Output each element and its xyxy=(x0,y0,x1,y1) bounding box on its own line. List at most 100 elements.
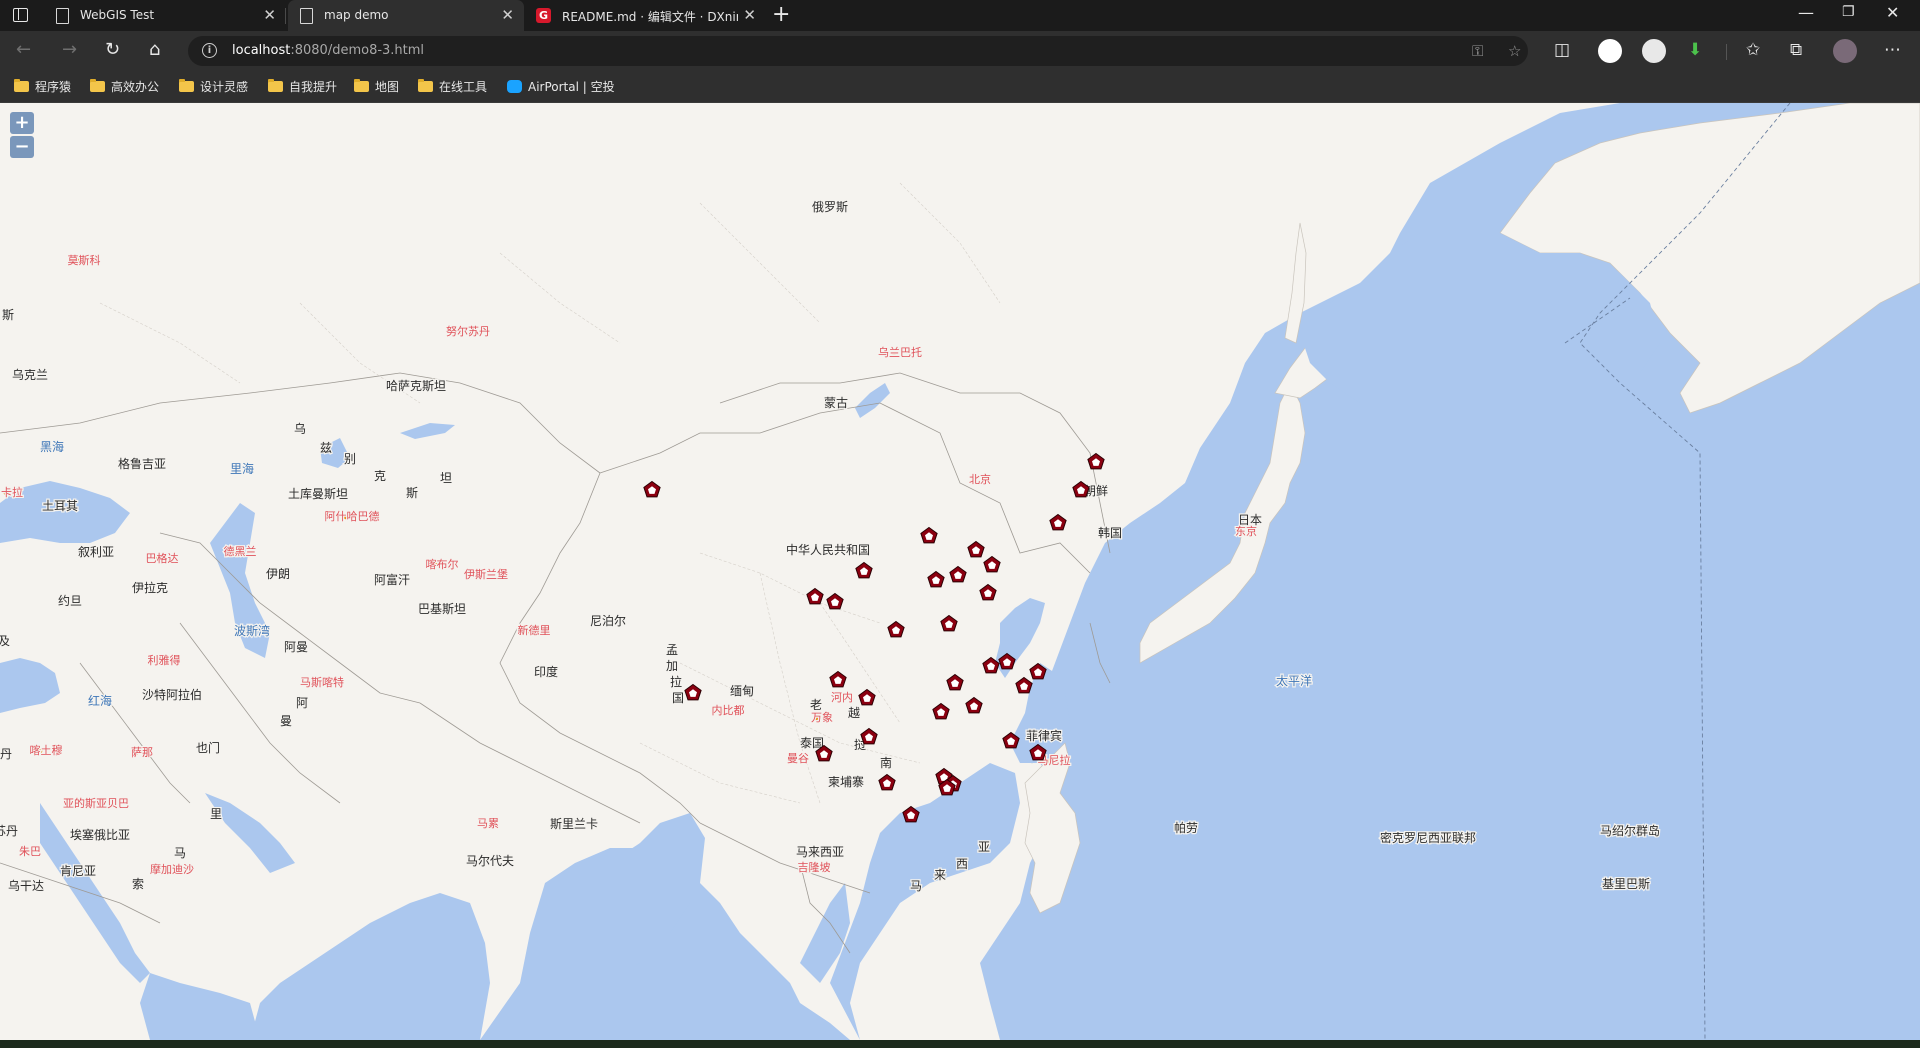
new-tab-icon[interactable]: + xyxy=(772,3,790,27)
mediterranean-sea xyxy=(0,658,60,713)
location-marker[interactable] xyxy=(983,555,1001,573)
bookmark-folder[interactable]: 设计灵感 xyxy=(179,78,248,95)
bookmark-folder[interactable]: 高效办公 xyxy=(90,78,159,95)
tab-webgis-test[interactable]: WebGIS Test ✕ xyxy=(44,0,286,31)
location-marker[interactable] xyxy=(979,583,997,601)
dxnim-logo-icon: G xyxy=(536,8,551,23)
forward-icon[interactable]: → xyxy=(62,40,77,60)
url-text[interactable]: localhost:8080/demo8-3.html xyxy=(232,43,424,58)
map-label-sanaa: 萨那 xyxy=(131,746,153,759)
download-extension-icon[interactable]: ⬇ xyxy=(1688,40,1702,60)
profile-avatar[interactable] xyxy=(1833,39,1857,63)
map-viewport[interactable]: 俄罗斯 莫斯科 努尔苏丹 哈萨克斯坦 乌克兰斯黑海 里海 格鲁吉亚 土耳其 卡拉乌兹别克斯坦土库… xyxy=(0,103,1920,1040)
province-borders-layer xyxy=(99,182,1001,804)
location-marker[interactable] xyxy=(920,526,938,544)
location-marker[interactable] xyxy=(946,673,964,691)
tab-readme[interactable]: G README.md · 编辑文件 · DXnim ✕ xyxy=(526,0,766,31)
favorites-icon[interactable]: ✩ xyxy=(1746,40,1760,60)
bookmark-airportal[interactable]: AirPortal | 空投 xyxy=(507,78,615,95)
location-marker[interactable] xyxy=(927,570,945,588)
bookmark-folder[interactable]: 地图 xyxy=(354,78,399,95)
key-icon[interactable]: ⚿ xyxy=(1472,42,1483,60)
map-label-beijing: 北京 xyxy=(969,472,991,486)
map-label-pacific: 太平洋 xyxy=(1276,673,1312,688)
toolbar-separator xyxy=(1726,44,1727,60)
location-marker[interactable] xyxy=(684,683,702,701)
map-label-om2: 阿 xyxy=(296,696,308,710)
map-label-vn1: 越 xyxy=(848,706,860,720)
bookmark-folder[interactable]: 自我提升 xyxy=(268,78,337,95)
location-marker[interactable] xyxy=(829,670,847,688)
map-label-vientiane: 万象 xyxy=(811,711,833,724)
location-marker[interactable] xyxy=(940,614,958,632)
persian-gulf xyxy=(205,793,295,873)
folder-icon xyxy=(268,79,283,92)
location-marker[interactable] xyxy=(887,620,905,638)
close-tab-icon[interactable]: ✕ xyxy=(263,6,276,24)
more-menu-icon[interactable]: ⋯ xyxy=(1884,40,1901,60)
swift-extension-icon[interactable] xyxy=(1598,39,1622,63)
zoom-in-button[interactable]: + xyxy=(10,112,34,134)
map-label-male: 马累 xyxy=(477,817,499,830)
location-marker[interactable] xyxy=(1049,513,1067,531)
location-marker[interactable] xyxy=(932,702,950,720)
map-label-sy: 叙利亚 xyxy=(78,545,114,559)
zoom-out-button[interactable]: − xyxy=(10,136,34,158)
map-label-blacksea: 黑海 xyxy=(40,439,64,454)
minimize-icon[interactable]: — xyxy=(1798,3,1814,22)
back-icon[interactable]: ← xyxy=(16,40,31,60)
tab-collections-icon[interactable]: ⧉ xyxy=(1790,40,1802,60)
home-icon[interactable]: ⌂ xyxy=(149,40,160,60)
location-marker[interactable] xyxy=(826,592,844,610)
close-tab-icon[interactable]: ✕ xyxy=(501,6,514,24)
map-label-mm: 缅甸 xyxy=(730,684,754,698)
bookmark-folder[interactable]: 在线工具 xyxy=(418,78,487,95)
location-marker[interactable] xyxy=(949,565,967,583)
map-label-vn3: 南 xyxy=(880,755,892,770)
map-label-kh: 柬埔寨 xyxy=(828,774,864,789)
map-label-juba: 朱巴 xyxy=(19,845,41,858)
site-info-icon[interactable]: i xyxy=(202,43,217,58)
tab-title: map demo xyxy=(324,8,389,22)
markers-layer[interactable] xyxy=(643,452,1105,823)
location-marker[interactable] xyxy=(643,480,661,498)
location-marker[interactable] xyxy=(806,587,824,605)
tab-actions-menu-icon[interactable] xyxy=(12,7,30,23)
map-canvas[interactable]: 俄罗斯莫斯科努尔苏丹哈萨克斯坦乌克兰斯黑海里海格鲁吉亚土耳其卡拉乌兹别克斯坦土库… xyxy=(0,103,1920,1040)
add-favorite-icon[interactable]: ☆ xyxy=(1508,42,1521,60)
border-central-asia xyxy=(159,532,421,704)
map-label-id4: 马 xyxy=(910,879,922,893)
map-label-ug: 乌干达 xyxy=(8,878,44,893)
refresh-icon[interactable]: ↻ xyxy=(105,40,120,60)
location-marker[interactable] xyxy=(855,561,873,579)
location-marker[interactable] xyxy=(858,688,876,706)
tab-map-demo[interactable]: map demo ✕ xyxy=(288,0,524,31)
close-window-icon[interactable]: ✕ xyxy=(1886,3,1899,22)
collections-icon[interactable]: ◫ xyxy=(1554,40,1570,60)
location-marker[interactable] xyxy=(878,773,896,791)
bookmarks-bar: 程序猿 高效办公 设计灵感 自我提升 地图 在线工具 AirPortal | 空… xyxy=(0,71,1920,103)
location-marker[interactable] xyxy=(1015,676,1033,694)
map-label-bd3: 拉 xyxy=(670,674,682,689)
gulf-of-aden xyxy=(140,973,260,1040)
bookmark-folder[interactable]: 程序猿 xyxy=(14,78,71,95)
location-marker[interactable] xyxy=(860,727,878,745)
map-label-ua: 乌克兰 xyxy=(12,367,48,382)
location-marker[interactable] xyxy=(965,696,983,714)
map-label-kabul: 喀布尔 xyxy=(426,558,459,571)
map-label-ashgabat: 阿什哈巴德 xyxy=(325,509,380,523)
map-label-id2: 西 xyxy=(956,857,968,871)
map-label-bd4: 国 xyxy=(672,691,684,705)
map-label-newdelhi: 新德里 xyxy=(518,623,551,637)
location-marker[interactable] xyxy=(967,540,985,558)
map-label-pw: 帕劳 xyxy=(1174,820,1198,835)
map-label-lk: 斯里兰卡 xyxy=(550,817,598,831)
close-tab-icon[interactable]: ✕ xyxy=(743,6,756,24)
map-label-ulaanbaatar: 乌兰巴托 xyxy=(878,345,922,359)
restore-icon[interactable]: ❐ xyxy=(1842,4,1855,20)
map-label-sa: 沙特阿拉伯 xyxy=(142,687,202,702)
extension-icon[interactable] xyxy=(1642,39,1666,63)
address-bar[interactable]: i localhost:8080/demo8-3.html ⚿ ☆ xyxy=(188,36,1528,66)
map-label-nursultan: 努尔苏丹 xyxy=(446,324,490,338)
border-india xyxy=(419,702,641,824)
